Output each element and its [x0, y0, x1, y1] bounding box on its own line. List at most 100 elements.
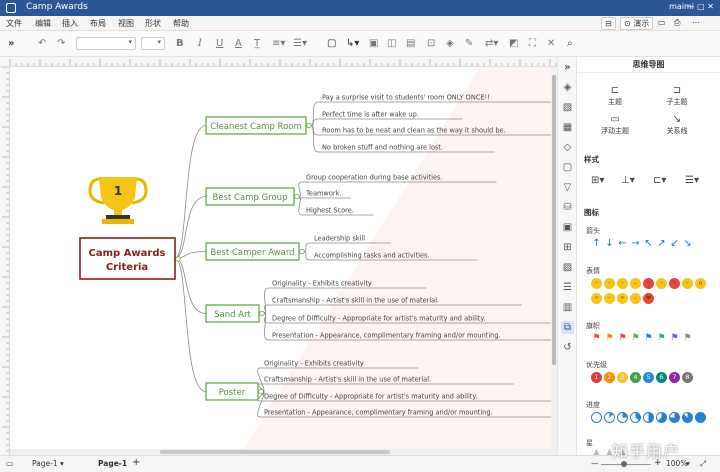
add-topic-tool[interactable]: ⊏ 主题 [585, 85, 645, 107]
image-icon[interactable]: ▨ [561, 261, 574, 274]
branch-topic[interactable]: Cleanest Camp Room [205, 116, 307, 135]
branch-topic[interactable]: Best Camper Award [205, 242, 300, 261]
org-chart-icon[interactable]: ⊞ [561, 241, 574, 254]
connector-icon[interactable]: ↳▾ [346, 38, 359, 49]
progress-2-8-icon[interactable] [617, 412, 628, 423]
chevron-down-icon[interactable]: ▾ [686, 459, 690, 468]
theme-icon[interactable]: ▽ [561, 181, 574, 194]
teal-flag-icon[interactable]: ⚑ [656, 333, 667, 344]
thinking-face-icon[interactable]: – [630, 293, 641, 304]
smile-face-icon[interactable]: ᵕ [591, 278, 602, 289]
lock-icon[interactable]: ⛶ [529, 38, 536, 49]
subtopic-label[interactable]: Originality - Exhibits creativity [272, 280, 372, 288]
subtopic-label[interactable]: Perfect time is after wake up. [322, 111, 419, 119]
priority-1-icon[interactable]: 1 [591, 372, 602, 383]
menu-file[interactable]: 文件 [6, 18, 22, 29]
vertical-scroll-thumb[interactable] [552, 75, 556, 365]
root-collapse-toggle-icon[interactable] [175, 256, 181, 262]
underline-icon[interactable]: U [216, 38, 223, 49]
priority-4-icon[interactable]: 4 [630, 372, 641, 383]
priority-7-icon[interactable]: 7 [669, 372, 680, 383]
font-color-icon[interactable]: A [235, 38, 242, 49]
menu-help[interactable]: 帮助 [173, 18, 189, 29]
priority-3-icon[interactable]: 3 [617, 372, 628, 383]
text-box-icon[interactable]: ▢ [327, 38, 336, 49]
sad-face-icon[interactable]: ᴖ [591, 293, 602, 304]
branch-topic[interactable]: Poster [205, 382, 259, 401]
progress-3-8-icon[interactable] [630, 412, 641, 423]
window-controls[interactable]: — □ ✕ [687, 2, 714, 11]
grid-icon[interactable]: ▦ [561, 121, 574, 134]
priority-8-icon[interactable]: 8 [682, 372, 693, 383]
arrow-up-right-icon[interactable]: ↗ [656, 238, 667, 249]
menu-shape[interactable]: 形状 [145, 18, 161, 29]
picture-icon[interactable]: ▣ [561, 221, 574, 234]
horizontal-scroll-thumb[interactable] [160, 450, 390, 454]
list-icon[interactable]: ☰ [561, 281, 574, 294]
arrow-up-left-icon[interactable]: ↖ [643, 238, 654, 249]
wink-face-icon[interactable]: ᵕ [617, 278, 628, 289]
collapse-toggle-icon[interactable] [258, 388, 264, 395]
fill-color-icon[interactable]: ◈ [446, 38, 454, 49]
line-color-icon[interactable]: ✎ [465, 38, 473, 49]
add-subtopic-tool[interactable]: ⊐ 子主题 [647, 85, 707, 107]
align-icon[interactable]: ≡▾ [272, 38, 285, 49]
add-page-button[interactable]: + [132, 457, 140, 468]
zoom-out-icon[interactable]: — [591, 459, 599, 468]
layers-icon[interactable]: ◇ [561, 141, 574, 154]
menu-layout[interactable]: 布局 [90, 18, 106, 29]
font-size-select[interactable]: ▾ [141, 37, 165, 50]
cool-face-icon[interactable]: ᵕ [604, 293, 615, 304]
connector-style-icon[interactable]: ⊏▾ [653, 175, 666, 186]
subtopic-label[interactable]: Presentation - Appearance, complimentary… [264, 409, 493, 417]
line-style-icon[interactable]: ⇄▾ [485, 38, 498, 49]
angry-face-icon[interactable]: ᴖ [643, 278, 654, 289]
star-icon[interactable]: ▲ [591, 446, 602, 455]
priority-6-icon[interactable]: 6 [656, 372, 667, 383]
progress-6-8-icon[interactable] [669, 412, 680, 423]
image-icon[interactable]: ⊡ [427, 38, 435, 49]
numbering-style-icon[interactable]: ☰▾ [685, 175, 699, 186]
menu-insert[interactable]: 插入 [62, 18, 78, 29]
subtopic-label[interactable]: Highest Score. [306, 207, 354, 215]
page-view-icon[interactable]: ▭ [6, 459, 13, 468]
share-icon[interactable]: ▭ [658, 18, 666, 27]
mindmap-icon[interactable]: ⧉ [561, 321, 574, 334]
collapse-toggle-icon[interactable] [306, 122, 312, 129]
page-tab-1[interactable]: Page-1 [98, 459, 127, 468]
surprised-face-icon[interactable]: o [695, 278, 706, 289]
tree-style-icon[interactable]: ⊥▾ [621, 175, 635, 186]
shape-icon[interactable]: ▣ [369, 38, 378, 49]
arrow-down-icon[interactable]: ↓ [604, 238, 615, 249]
fill-icon[interactable]: ◈ [561, 81, 574, 94]
subtopic-label[interactable]: Pay a surprise visit to students' room O… [322, 94, 490, 102]
relation-line-tool[interactable]: ↘ 关系线 [647, 114, 707, 136]
gray-flag-icon[interactable]: ⚑ [682, 333, 693, 344]
arrow-left-icon[interactable]: ← [617, 238, 628, 249]
group-icon[interactable]: ◫ [387, 38, 396, 49]
fit-page-icon[interactable]: ⤢ [700, 459, 706, 469]
layout-style-icon[interactable]: ⊞▾ [591, 175, 604, 186]
floating-topic-tool[interactable]: ▭ 浮动主题 [585, 114, 645, 136]
subtopic-label[interactable]: Craftsmanship - Artist's skill in the us… [272, 297, 439, 305]
italic-icon[interactable]: I [198, 38, 202, 49]
branch-topic[interactable]: Sand Art [205, 304, 260, 323]
edit-icon[interactable]: ◩ [509, 38, 518, 49]
happy-face-icon[interactable]: ᵕ [656, 278, 667, 289]
arrow-up-icon[interactable]: ↑ [591, 238, 602, 249]
mad-face-icon[interactable]: ᴖ [669, 278, 680, 289]
undo-icon[interactable]: ↶ [38, 38, 46, 49]
subtopic-label[interactable]: Room has to be neat and clean as the way… [322, 127, 506, 135]
red-flag-icon[interactable]: ⚑ [591, 333, 602, 344]
print-icon[interactable]: ⎙ [674, 18, 680, 28]
progress-start-icon[interactable] [591, 412, 602, 423]
laugh-face-icon[interactable]: ᵕ [682, 278, 693, 289]
collapse-panel-icon[interactable]: » [561, 61, 574, 74]
database-icon[interactable]: ⛁ [561, 201, 574, 214]
subtopic-label[interactable]: Degree of Difficulty - Appropriate for a… [264, 393, 477, 401]
root-topic[interactable]: Camp Awards Criteria [79, 237, 176, 280]
bold-icon[interactable]: B [176, 38, 184, 49]
subtopic-label[interactable]: Craftsmanship - Artist's skill in the us… [264, 376, 431, 384]
arrange-icon[interactable]: ▤ [406, 38, 415, 49]
page-icon[interactable]: ▧ [561, 101, 574, 114]
